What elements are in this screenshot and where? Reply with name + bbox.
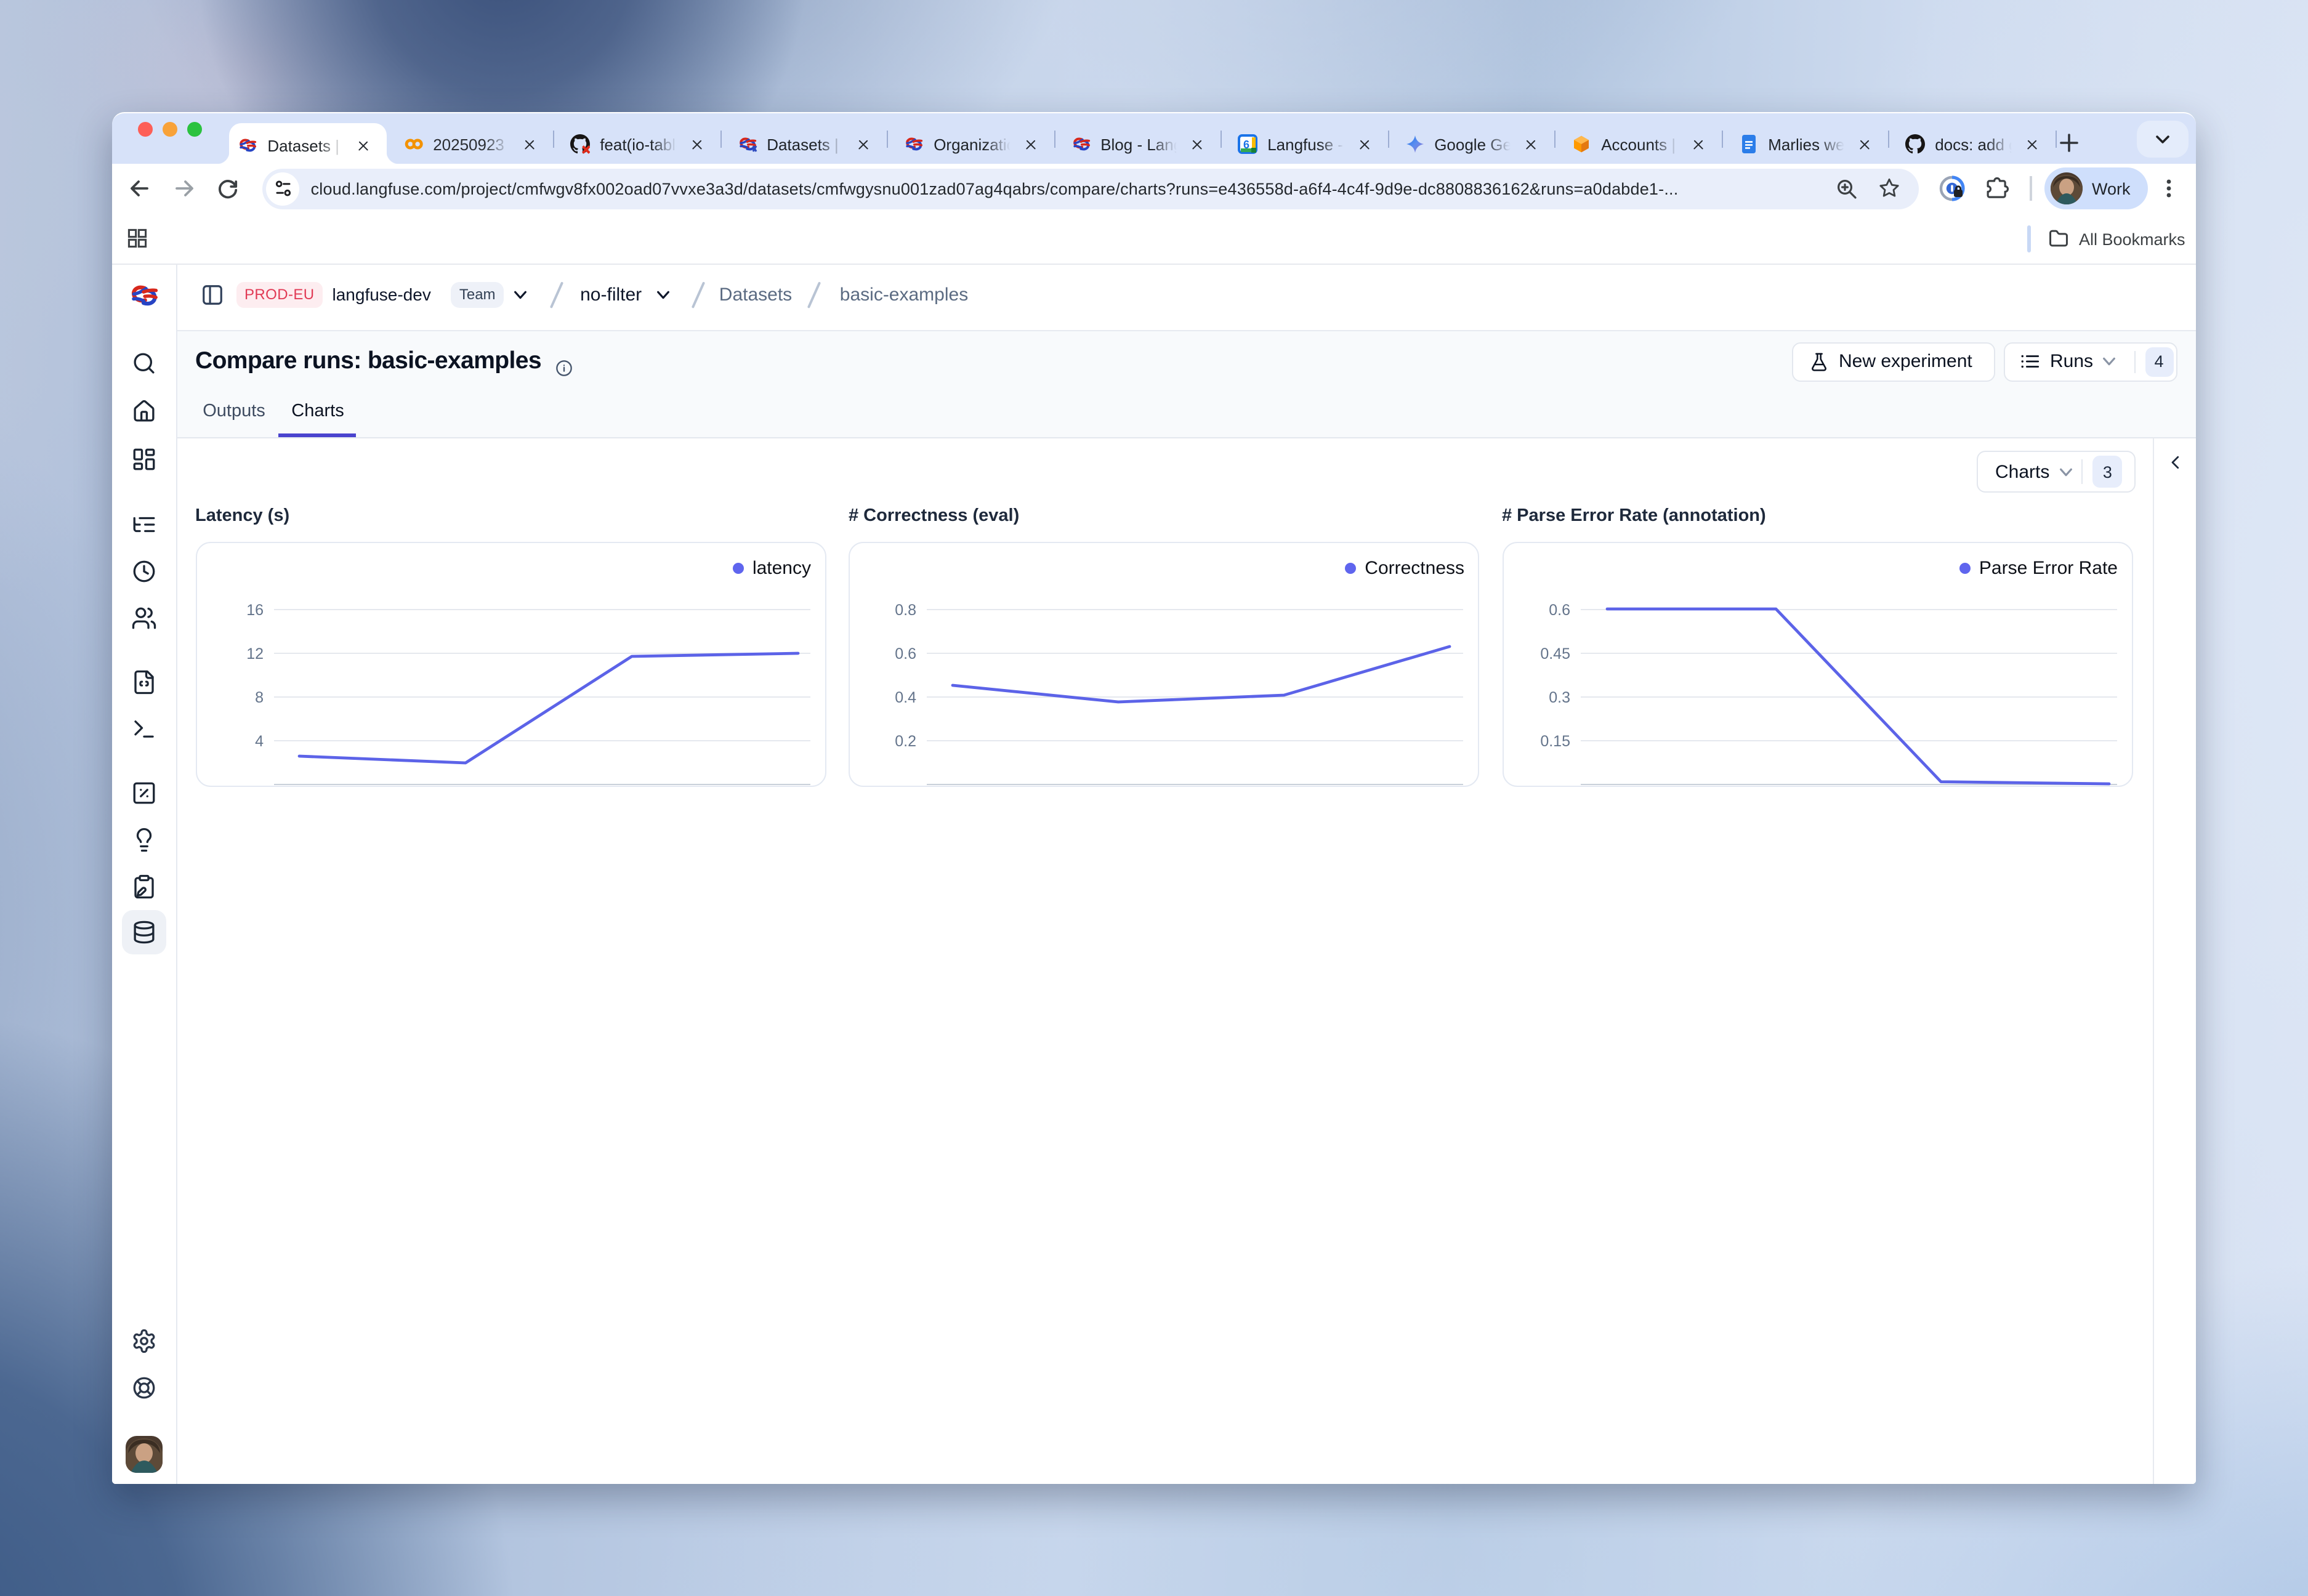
svg-text:6: 6 [1243,139,1249,151]
svg-text:0.6: 0.6 [895,645,916,663]
svg-text:0.4: 0.4 [895,689,916,706]
svg-text:16: 16 [246,602,263,619]
svg-text:12: 12 [246,645,263,663]
svg-text:8: 8 [254,689,263,706]
svg-text:0.2: 0.2 [895,733,916,750]
svg-text:0.45: 0.45 [1539,645,1570,663]
svg-text:0.8: 0.8 [895,602,916,619]
svg-text:0.15: 0.15 [1539,733,1570,750]
svg-text:4: 4 [254,733,263,750]
svg-text:0.6: 0.6 [1548,602,1570,619]
svg-text:0.3: 0.3 [1548,689,1570,706]
